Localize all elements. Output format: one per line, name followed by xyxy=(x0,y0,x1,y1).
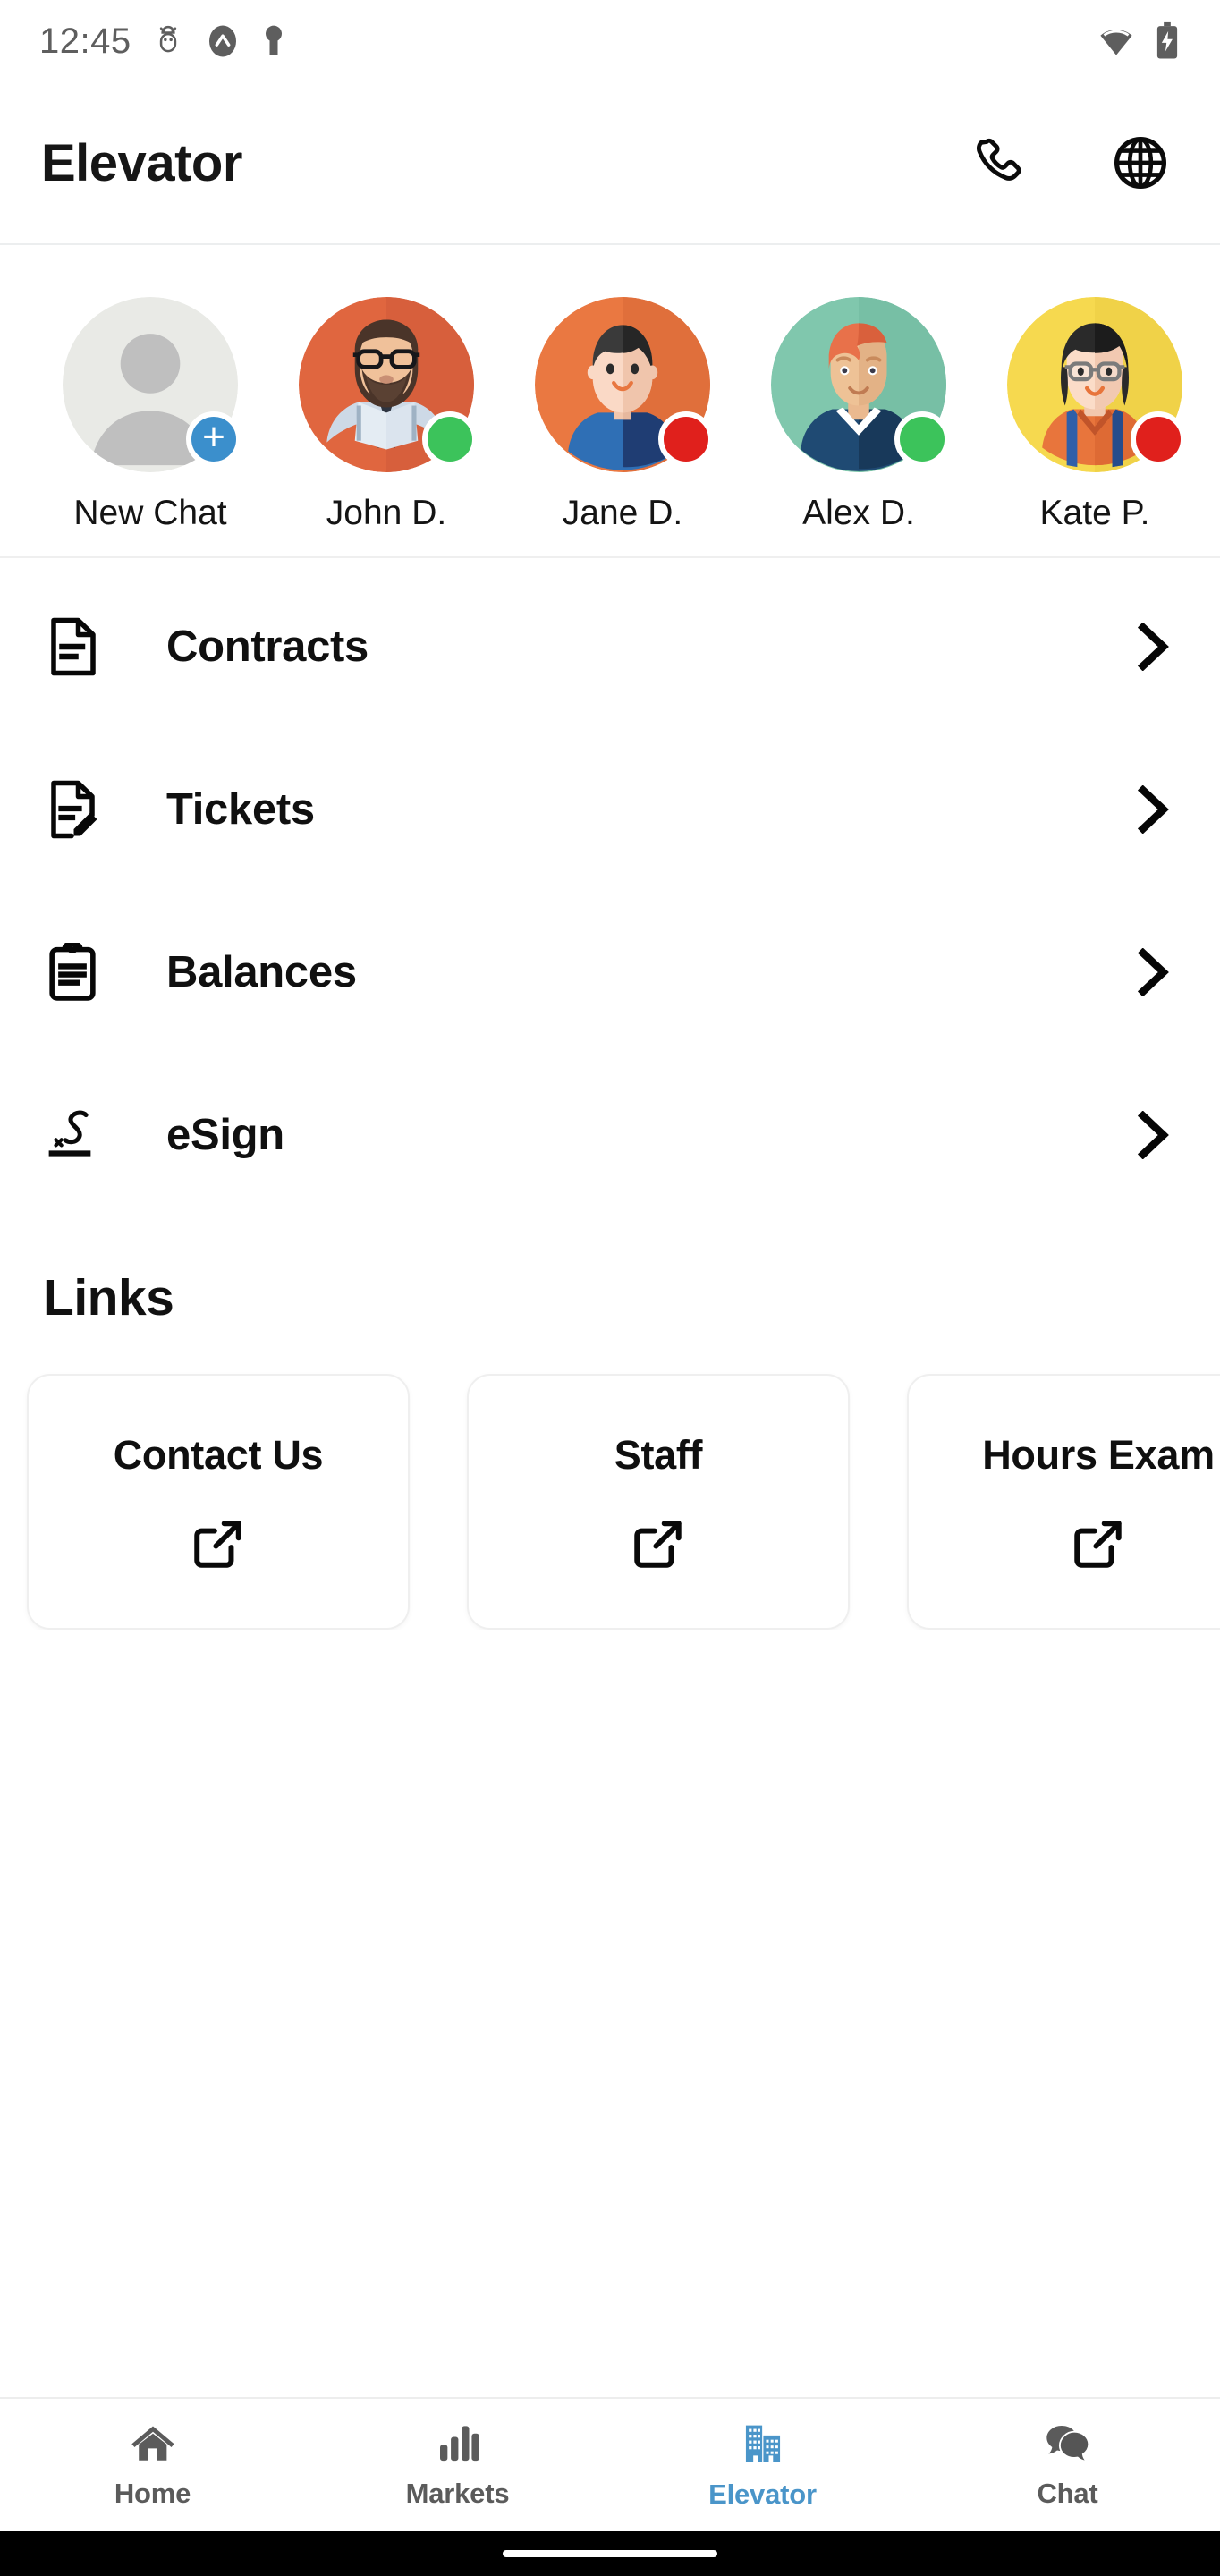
tab-markets[interactable]: Markets xyxy=(305,2399,610,2531)
external-link-icon xyxy=(194,1521,241,1568)
menu-icon-wrap xyxy=(47,1108,123,1162)
plus-icon: + xyxy=(202,414,225,459)
contact-partial[interactable] xyxy=(1213,297,1220,472)
clipboard-icon xyxy=(49,943,96,1001)
contact-kate-p[interactable]: Kate P. xyxy=(977,297,1213,533)
contact-label: New Chat xyxy=(73,494,227,532)
contact-label: Jane D. xyxy=(562,494,683,532)
avatar xyxy=(1007,297,1186,472)
menu-item-balances[interactable]: Balances xyxy=(0,891,1220,1054)
menu-item-tickets[interactable]: Tickets xyxy=(0,728,1220,891)
link-card-title: Staff xyxy=(614,1432,703,1478)
content-spacer xyxy=(0,1630,1220,2397)
contact-alex-d[interactable]: Alex D. xyxy=(741,297,977,533)
system-navigation-bar xyxy=(0,2531,1220,2576)
app-header: Elevator xyxy=(0,82,1220,245)
links-scroller[interactable]: Contact Us Staff Hours Exam xyxy=(0,1374,1220,1630)
wifi-icon xyxy=(1100,30,1132,55)
app-screen: 12:45 Elevator + New Chat John D. Jane D… xyxy=(0,0,1220,2576)
chevron-right-icon xyxy=(1127,1111,1181,1159)
tab-chat[interactable]: Chat xyxy=(915,2399,1220,2531)
link-card-hours[interactable]: Hours Exam xyxy=(907,1374,1220,1630)
links-heading: Links xyxy=(43,1269,174,1326)
link-card-title: Hours Exam xyxy=(982,1432,1215,1478)
language-button[interactable] xyxy=(1102,124,1179,201)
contact-john-d[interactable]: John D. xyxy=(268,297,504,533)
tab-label: Chat xyxy=(1037,2477,1098,2509)
home-indicator[interactable] xyxy=(503,2550,717,2557)
contact-label: Alex D. xyxy=(802,494,915,532)
links-carousel[interactable]: Contact Us Staff Hours Exam xyxy=(0,1327,1220,1630)
signature-icon xyxy=(48,1110,91,1157)
tab-elevator[interactable]: Elevator xyxy=(610,2399,915,2531)
chat-bubbles-icon xyxy=(1046,2425,1089,2462)
page-title: Elevator xyxy=(41,133,242,192)
android-debug-icon xyxy=(159,25,176,53)
bar-chart-icon xyxy=(439,2425,479,2461)
link-card-title: Contact Us xyxy=(113,1432,324,1478)
header-actions xyxy=(961,124,1179,201)
status-badge-busy xyxy=(1131,411,1186,467)
contact-label: Kate P. xyxy=(1039,494,1150,532)
chevron-right-icon xyxy=(1127,785,1181,834)
building-icon xyxy=(745,2425,780,2462)
document-edit-icon xyxy=(51,780,97,839)
menu-icon-wrap xyxy=(47,780,123,839)
home-icon xyxy=(131,2425,174,2461)
avatar xyxy=(535,297,714,472)
status-badge-online xyxy=(894,411,950,467)
menu-list: Contracts Tickets Balances eSign xyxy=(0,558,1220,1216)
link-card-contact-us[interactable]: Contact Us xyxy=(27,1374,410,1630)
battery-charging-icon xyxy=(1156,21,1178,59)
menu-icon-wrap xyxy=(47,943,123,1002)
contact-label: John D. xyxy=(326,494,447,532)
status-badge-busy xyxy=(658,411,714,467)
menu-icon-wrap xyxy=(47,617,123,676)
tab-label: Home xyxy=(114,2477,191,2509)
status-badge-online xyxy=(422,411,478,467)
menu-item-esign[interactable]: eSign xyxy=(0,1054,1220,1216)
chevron-right-icon xyxy=(1127,623,1181,671)
menu-item-label: eSign xyxy=(166,1111,284,1159)
contact-jane-d[interactable]: Jane D. xyxy=(504,297,741,533)
menu-item-contracts[interactable]: Contracts xyxy=(0,565,1220,728)
contacts-strip[interactable]: + New Chat John D. Jane D. Alex D. Kate … xyxy=(0,245,1220,558)
avatar: + xyxy=(63,297,241,472)
document-icon xyxy=(51,617,96,676)
add-contact-badge[interactable]: + xyxy=(186,411,241,467)
tab-label: Elevator xyxy=(708,2478,817,2510)
link-card-staff[interactable]: Staff xyxy=(467,1374,850,1630)
contacts-scroller[interactable]: + New Chat John D. Jane D. Alex D. Kate … xyxy=(0,245,1220,556)
status-bar: 12:45 xyxy=(0,0,1220,82)
bottom-navigation: Home Markets Elevator Chat xyxy=(0,2397,1220,2531)
app-notification-icon xyxy=(208,25,236,57)
tab-home[interactable]: Home xyxy=(0,2399,305,2531)
phone-icon xyxy=(976,138,1021,181)
menu-item-label: Tickets xyxy=(166,785,315,834)
external-link-icon xyxy=(1074,1521,1122,1568)
external-link-icon xyxy=(634,1521,682,1568)
vpn-key-icon xyxy=(265,25,282,55)
menu-item-label: Contracts xyxy=(166,623,369,671)
avatar xyxy=(771,297,950,472)
status-bar-right xyxy=(1097,21,1181,62)
chevron-right-icon xyxy=(1127,948,1181,996)
status-bar-left: 12:45 xyxy=(39,21,287,62)
tab-label: Markets xyxy=(405,2477,510,2509)
menu-item-label: Balances xyxy=(166,948,357,996)
status-bar-clock: 12:45 xyxy=(39,21,131,61)
contact-new-chat[interactable]: + New Chat xyxy=(32,297,268,533)
globe-icon xyxy=(1114,136,1167,190)
avatar xyxy=(299,297,478,472)
call-button[interactable] xyxy=(961,124,1038,201)
